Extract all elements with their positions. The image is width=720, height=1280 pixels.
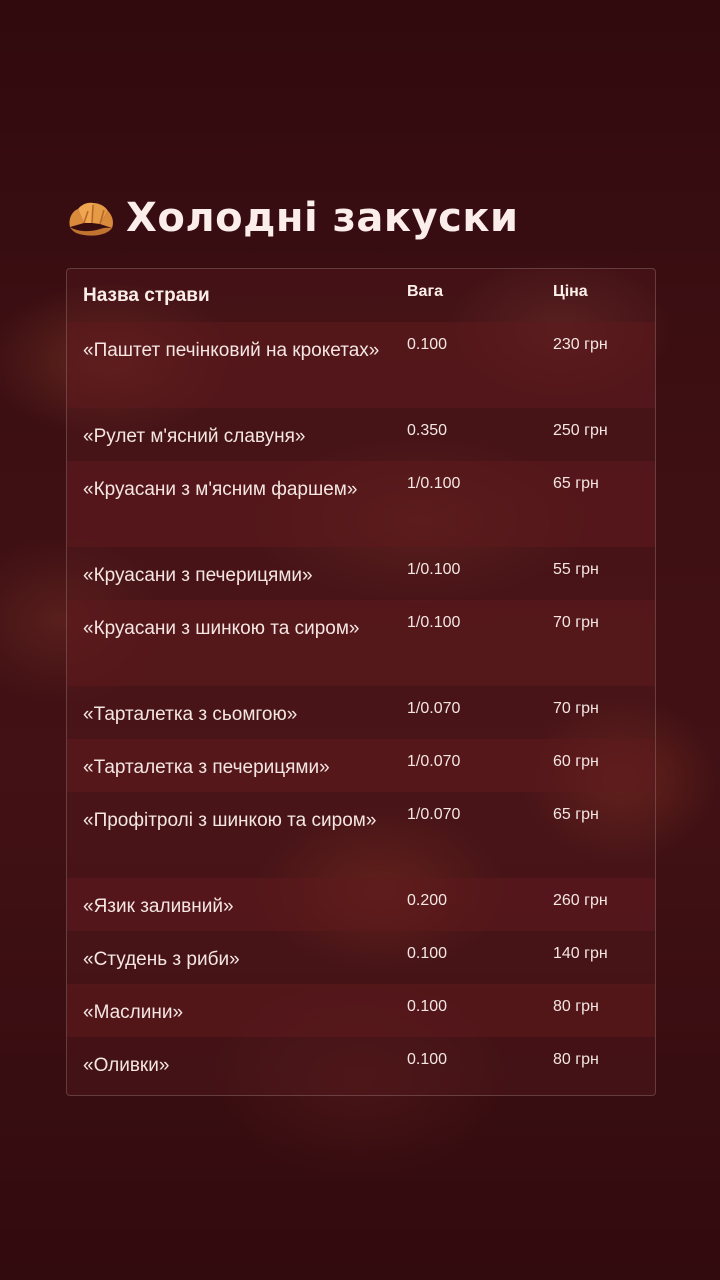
table-row: «Тарталетка з сьомгою» 1/0.070 70 грн xyxy=(67,686,655,739)
dish-weight: 0.100 xyxy=(407,998,448,1015)
dish-name: «Язик заливний» xyxy=(83,896,234,917)
dish-price: 70 грн xyxy=(553,614,599,631)
dish-weight: 1/0.100 xyxy=(407,561,461,578)
dish-price: 260 грн xyxy=(553,892,608,909)
table-row: «Круасани з печерицями» 1/0.100 55 грн xyxy=(67,547,655,600)
table-row: «Паштет печінковий на крокетах» 0.100 23… xyxy=(67,322,655,408)
table-row: «Круасани з м'ясним фаршем» 1/0.100 65 г… xyxy=(67,461,655,547)
page-title: Холодні закуски xyxy=(126,195,519,241)
column-header-name: Назва страви xyxy=(83,285,210,306)
dish-price: 60 грн xyxy=(553,753,599,770)
dish-name: «Рулет м'ясний славуня» xyxy=(83,426,306,447)
dish-name: «Профітролі з шинкою та сиром» xyxy=(83,810,377,831)
dish-weight: 0.350 xyxy=(407,422,448,439)
table-row: «Маслини» 0.100 80 грн xyxy=(67,984,655,1037)
dish-name: «Тарталетка з сьомгою» xyxy=(83,704,298,725)
dish-name: «Круасани з шинкою та сиром» xyxy=(83,618,360,639)
dish-name: «Тарталетка з печерицями» xyxy=(83,757,330,778)
section-header: Холодні закуски xyxy=(66,190,519,246)
table-header: Назва страви Вага Ціна xyxy=(67,269,655,322)
dish-weight: 1/0.070 xyxy=(407,700,461,717)
dish-name: «Паштет печінковий на крокетах» xyxy=(83,340,380,361)
dish-weight: 0.100 xyxy=(407,945,448,962)
menu-table: Назва страви Вага Ціна «Паштет печінкови… xyxy=(66,268,656,1096)
dish-name: «Маслини» xyxy=(83,1002,184,1023)
dish-name: «Оливки» xyxy=(83,1055,170,1076)
dish-weight: 1/0.100 xyxy=(407,475,461,492)
column-header-price: Ціна xyxy=(553,283,588,300)
table-row: «Рулет м'ясний славуня» 0.350 250 грн xyxy=(67,408,655,461)
table-row: «Круасани з шинкою та сиром» 1/0.100 70 … xyxy=(67,600,655,686)
dish-price: 65 грн xyxy=(553,475,599,492)
dish-weight: 0.100 xyxy=(407,1051,448,1068)
dish-weight: 0.200 xyxy=(407,892,448,909)
table-row: «Оливки» 0.100 80 грн xyxy=(67,1037,655,1095)
dish-price: 70 грн xyxy=(553,700,599,717)
dish-price: 230 грн xyxy=(553,336,608,353)
dish-weight: 1/0.070 xyxy=(407,806,461,823)
table-row: «Студень з риби» 0.100 140 грн xyxy=(67,931,655,984)
dish-price: 140 грн xyxy=(553,945,608,962)
table-row: «Язик заливний» 0.200 260 грн xyxy=(67,878,655,931)
dish-weight: 0.100 xyxy=(407,336,448,353)
dish-name: «Круасани з печерицями» xyxy=(83,565,313,586)
dish-price: 80 грн xyxy=(553,1051,599,1068)
croissant-icon xyxy=(66,193,116,243)
dish-name: «Круасани з м'ясним фаршем» xyxy=(83,479,358,500)
dish-name: «Студень з риби» xyxy=(83,949,240,970)
dish-price: 250 грн xyxy=(553,422,608,439)
dish-weight: 1/0.100 xyxy=(407,614,461,631)
dish-price: 80 грн xyxy=(553,998,599,1015)
dish-weight: 1/0.070 xyxy=(407,753,461,770)
dish-price: 55 грн xyxy=(553,561,599,578)
table-row: «Тарталетка з печерицями» 1/0.070 60 грн xyxy=(67,739,655,792)
table-row: «Профітролі з шинкою та сиром» 1/0.070 6… xyxy=(67,792,655,878)
dish-price: 65 грн xyxy=(553,806,599,823)
column-header-weight: Вага xyxy=(407,283,444,300)
